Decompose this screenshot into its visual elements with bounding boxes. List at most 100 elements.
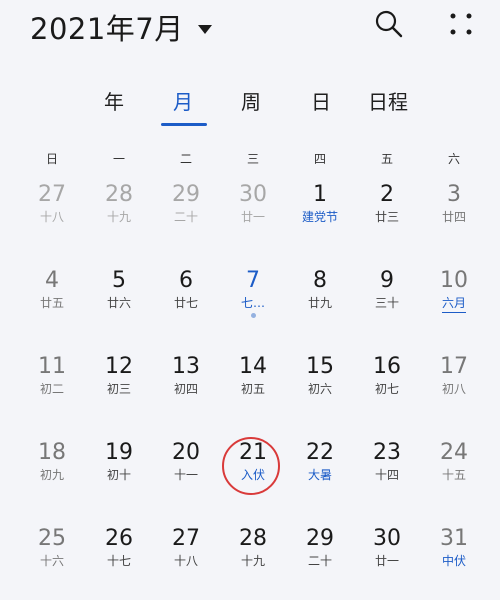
day-cell[interactable]: 26 十七	[90, 526, 148, 584]
lunar-label: 初九	[39, 468, 64, 482]
active-tab-indicator	[161, 123, 207, 126]
lunar-label: 十九	[106, 210, 131, 224]
day-number: 15	[306, 354, 334, 379]
day-number: 18	[38, 440, 66, 465]
day-cell[interactable]: 20 十一	[157, 440, 215, 498]
lunar-label: 十一	[173, 468, 198, 482]
weekday-label: 一	[112, 152, 125, 166]
day-number: 7	[246, 268, 260, 293]
day-number: 17	[440, 354, 468, 379]
day-cell[interactable]: 10 六月	[425, 268, 483, 326]
day-number: 14	[239, 354, 267, 379]
search-button[interactable]	[373, 8, 405, 40]
lunar-label: 二十	[173, 210, 198, 224]
day-number: 5	[112, 268, 126, 293]
day-cell[interactable]: 4 廿五	[23, 268, 81, 326]
day-cell[interactable]: 30 廿一	[224, 182, 282, 240]
lunar-label: 大暑	[307, 468, 332, 482]
day-number: 28	[239, 526, 267, 551]
more-button[interactable]	[445, 8, 477, 40]
lunar-label: 十八	[173, 554, 198, 568]
month-selector[interactable]: 2021年7月	[30, 6, 212, 48]
weekday-label: 二	[179, 152, 192, 166]
day-number: 30	[373, 526, 401, 551]
day-cell[interactable]: 11 初二	[23, 354, 81, 412]
tab-week[interactable]: 周	[241, 86, 261, 115]
day-number: 20	[172, 440, 200, 465]
day-cell[interactable]: 2 廿三	[358, 182, 416, 240]
day-cell[interactable]: 3 廿四	[425, 182, 483, 240]
lunar-label: 廿七	[173, 296, 198, 310]
day-number: 24	[440, 440, 468, 465]
lunar-label: 初六	[307, 382, 332, 396]
day-cell[interactable]: 8 廿九	[291, 268, 349, 326]
calendar-header: 2021年7月	[0, 0, 500, 52]
day-number: 25	[38, 526, 66, 551]
day-number: 29	[172, 182, 200, 207]
lunar-label: 十五	[441, 468, 466, 482]
day-cell[interactable]: 30 廿一	[358, 526, 416, 584]
day-cell[interactable]: 29 二十	[157, 182, 215, 240]
day-cell[interactable]: 9 三十	[358, 268, 416, 326]
more-icon	[450, 13, 472, 35]
lunar-label: 三十	[374, 296, 399, 310]
lunar-label: 十七	[106, 554, 131, 568]
view-tabs: 年 月 周 日 日程	[0, 86, 500, 130]
day-cell[interactable]: 17 初八	[425, 354, 483, 412]
lunar-label: 廿六	[106, 296, 131, 310]
day-cell[interactable]: 27 十八	[23, 182, 81, 240]
day-cell[interactable]: 15 初六	[291, 354, 349, 412]
day-cell[interactable]: 25 十六	[23, 526, 81, 584]
day-number: 22	[306, 440, 334, 465]
lunar-label: 二十	[307, 554, 332, 568]
day-cell[interactable]: 28 十九	[224, 526, 282, 584]
day-cell[interactable]: 5 廿六	[90, 268, 148, 326]
tab-schedule[interactable]: 日程	[368, 86, 408, 115]
day-number: 3	[447, 182, 461, 207]
lunar-label: 廿四	[441, 210, 466, 224]
lunar-label: 廿五	[39, 296, 64, 310]
weekday-label: 六	[447, 152, 460, 166]
lunar-label: 初八	[441, 382, 466, 396]
lunar-label: 廿一	[240, 210, 265, 224]
tab-day[interactable]: 日	[311, 86, 331, 115]
day-number: 1	[313, 182, 327, 207]
day-cell[interactable]: 29 二十	[291, 526, 349, 584]
day-cell[interactable]: 23 十四	[358, 440, 416, 498]
lunar-label: 建党节	[301, 210, 338, 224]
day-cell[interactable]: 6 廿七	[157, 268, 215, 326]
day-cell[interactable]: 19 初十	[90, 440, 148, 498]
day-number: 28	[105, 182, 133, 207]
lunar-label: 十九	[240, 554, 265, 568]
day-cell[interactable]: 1 建党节	[291, 182, 349, 240]
day-number: 4	[45, 268, 59, 293]
day-cell[interactable]: 16 初七	[358, 354, 416, 412]
day-cell[interactable]: 12 初三	[90, 354, 148, 412]
day-number: 6	[179, 268, 193, 293]
weekday-label: 五	[380, 152, 393, 166]
weekday-header: 日 一 二 三 四 五 六	[0, 150, 500, 168]
lunar-label: 中伏	[441, 554, 466, 568]
event-dot	[250, 313, 256, 318]
day-cell[interactable]: 14 初五	[224, 354, 282, 412]
tab-year[interactable]: 年	[104, 86, 124, 115]
lunar-label: 十六	[39, 554, 64, 568]
day-number: 23	[373, 440, 401, 465]
day-cell[interactable]: 24 十五	[425, 440, 483, 498]
day-number: 2	[380, 182, 394, 207]
day-cell[interactable]: 18 初九	[23, 440, 81, 498]
day-cell[interactable]: 13 初四	[157, 354, 215, 412]
day-cell[interactable]: 27 十八	[157, 526, 215, 584]
day-cell[interactable]: 22 大暑	[291, 440, 349, 498]
tab-month[interactable]: 月	[173, 86, 193, 115]
lunar-label: 廿九	[307, 296, 332, 310]
day-number: 26	[105, 526, 133, 551]
day-cell[interactable]: 28 十九	[90, 182, 148, 240]
day-cell[interactable]: 21 入伏	[222, 437, 282, 498]
lunar-label: 十四	[374, 468, 399, 482]
day-number: 10	[440, 268, 468, 293]
dropdown-caret-icon	[197, 24, 212, 34]
day-cell[interactable]: 31 中伏	[425, 526, 483, 584]
day-cell[interactable]: 7 七…	[224, 268, 282, 326]
day-number: 19	[105, 440, 133, 465]
